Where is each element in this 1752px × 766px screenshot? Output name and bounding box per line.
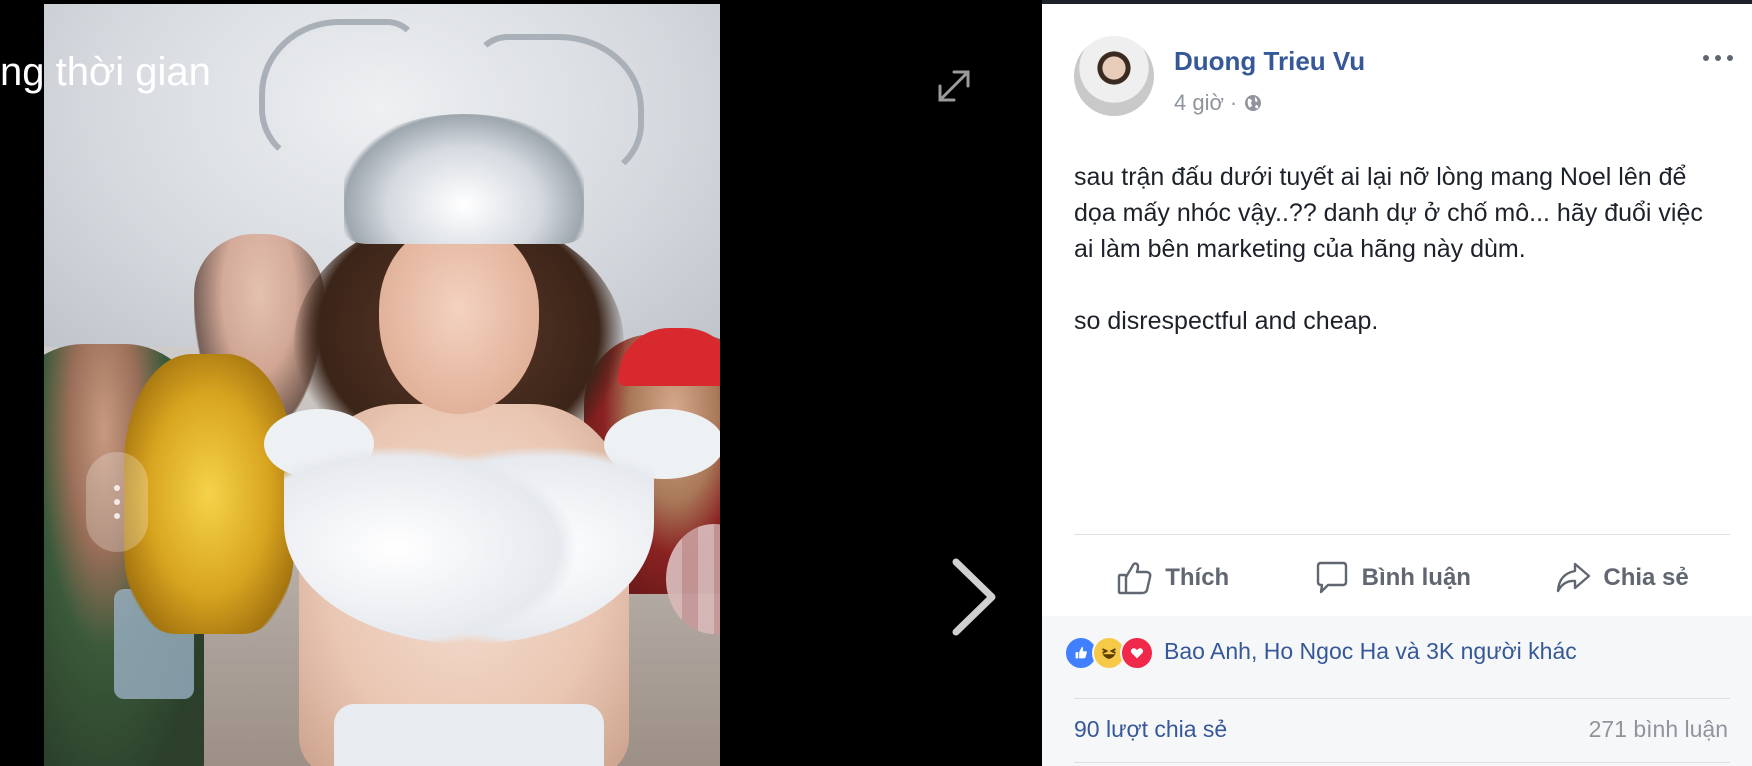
photo-options-icon[interactable] (86, 452, 148, 552)
like-label: Thích (1165, 564, 1230, 591)
love-reaction-icon (1120, 636, 1154, 670)
photo-theater: ng thời gian (0, 0, 1042, 766)
globe-icon[interactable] (1243, 93, 1263, 113)
post-paragraph: sau trận đấu dưới tuyết ai lại nỡ lòng m… (1074, 163, 1703, 263)
more-options-icon[interactable] (1698, 48, 1738, 68)
divider (1074, 534, 1730, 535)
author-avatar[interactable] (1074, 36, 1154, 116)
post-actions: Thích Bình luận Chia sẻ (1074, 552, 1730, 604)
post-photo[interactable] (44, 4, 720, 766)
photo-caption: ng thời gian (0, 50, 211, 94)
meta-separator: · (1229, 90, 1238, 115)
share-icon (1557, 562, 1591, 593)
next-photo-icon[interactable] (944, 556, 1002, 638)
post-text: sau trận đấu dưới tuyết ai lại nỡ lòng m… (1074, 159, 1714, 375)
share-label: Chia sẻ (1603, 564, 1689, 591)
thumbs-up-icon (1118, 562, 1152, 595)
post-meta: 4 giờ · (1174, 90, 1263, 116)
comment-button[interactable]: Bình luận (1312, 558, 1471, 598)
post-panel: Duong Trieu Vu 4 giờ · sau trận đấu dưới… (1042, 4, 1752, 766)
reactions-bar: Bao Anh, Ho Ngoc Ha và 3K người khác 90 … (1042, 616, 1752, 766)
post-time[interactable]: 4 giờ (1174, 90, 1224, 116)
reaction-names-link[interactable]: Bao Anh, Ho Ngoc Ha và 3K người khác (1164, 638, 1577, 665)
post-paragraph: so disrespectful and cheap. (1074, 307, 1379, 335)
comment-icon (1316, 561, 1347, 594)
divider (1074, 762, 1730, 763)
divider (1074, 698, 1730, 699)
author-name[interactable]: Duong Trieu Vu (1174, 46, 1365, 77)
reaction-icons[interactable] (1064, 636, 1154, 670)
like-button[interactable]: Thích (1115, 558, 1229, 598)
expand-icon[interactable] (932, 64, 976, 108)
shares-count-link[interactable]: 90 lượt chia sẻ (1074, 716, 1227, 743)
comment-label: Bình luận (1361, 564, 1471, 591)
comments-count-link[interactable]: 271 bình luận (1589, 716, 1728, 743)
share-button[interactable]: Chia sẻ (1553, 558, 1689, 598)
